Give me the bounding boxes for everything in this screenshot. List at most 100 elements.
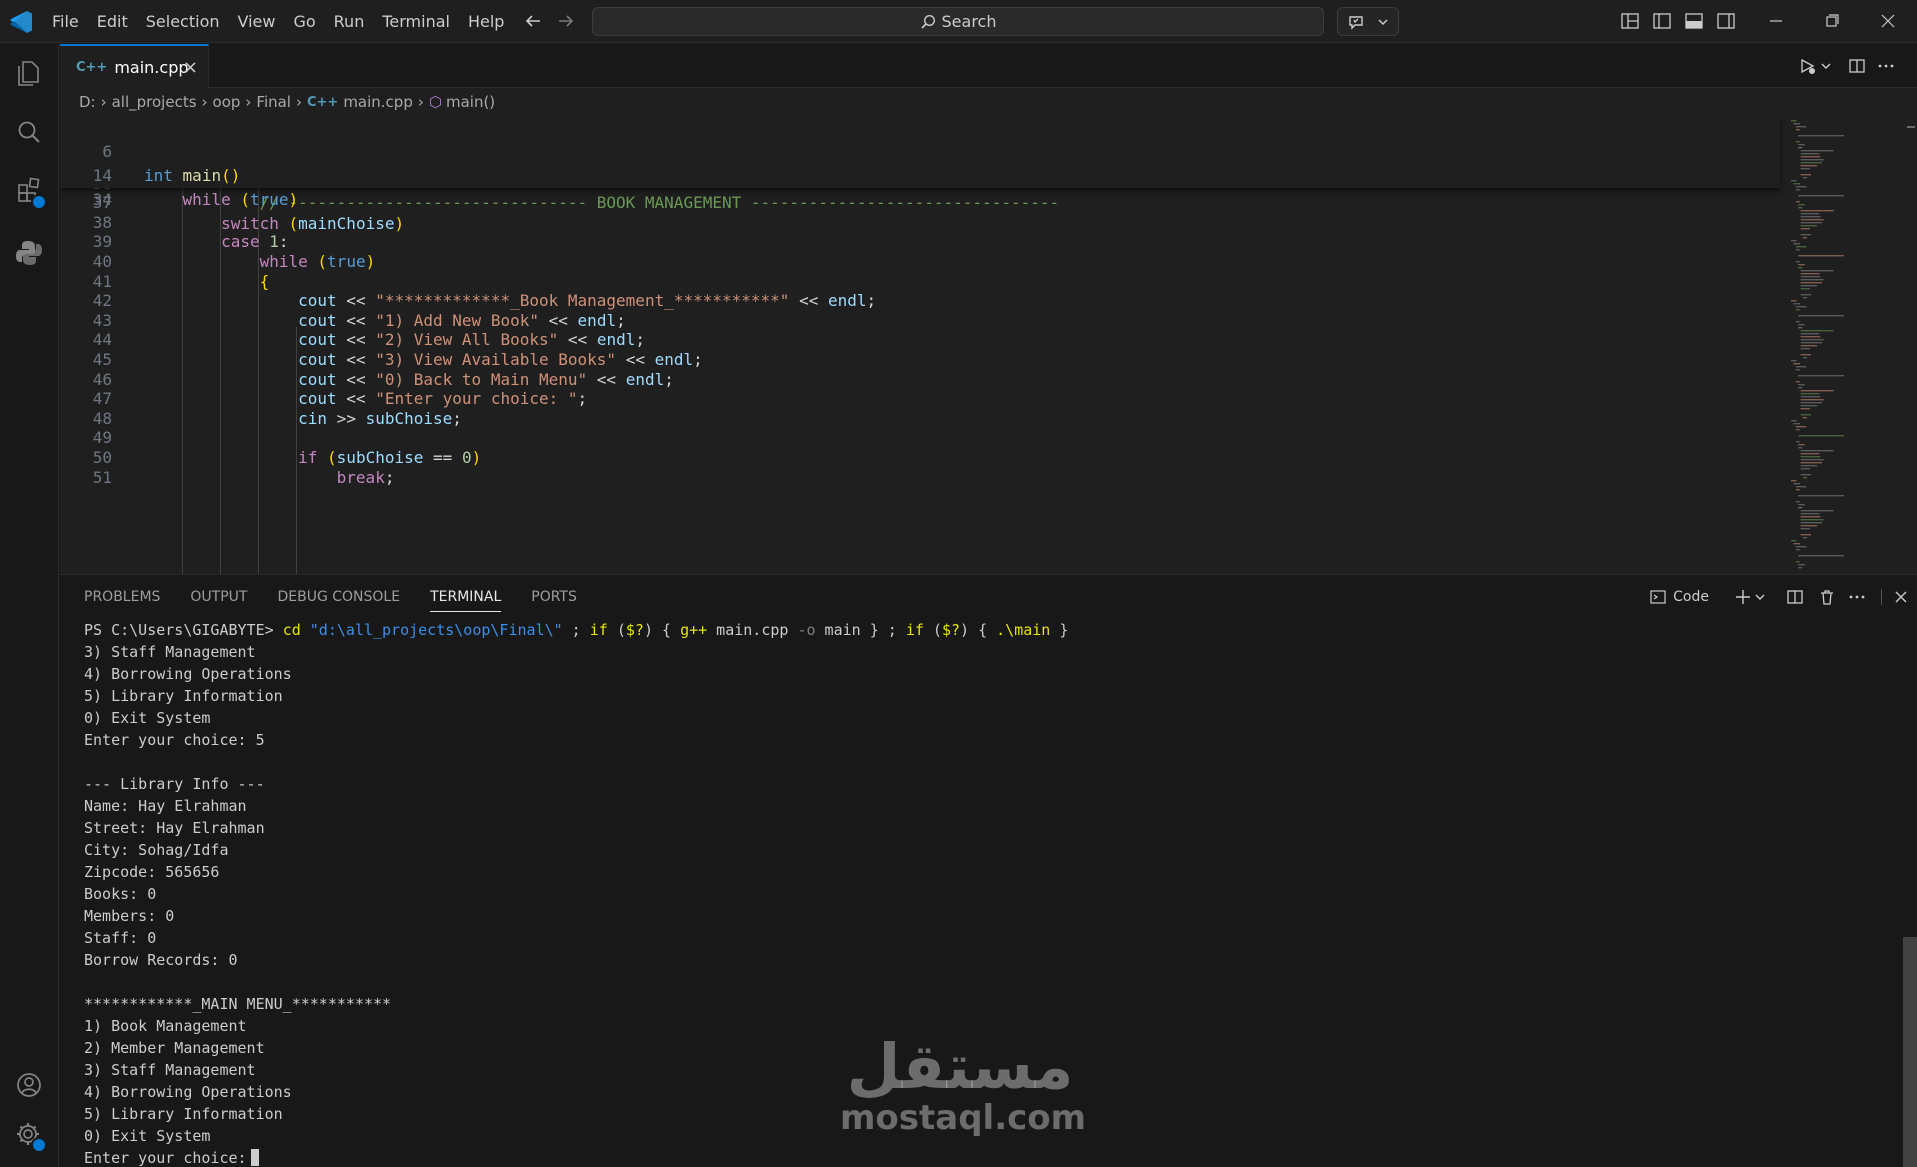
minimap-line	[1795, 249, 1800, 251]
minimap-line	[1798, 195, 1844, 197]
menu-selection[interactable]: Selection	[137, 7, 229, 37]
minimap-line	[1791, 540, 1797, 542]
minimap-line	[1800, 225, 1818, 227]
tab-output[interactable]: OUTPUT	[190, 575, 247, 619]
minimap-line	[1795, 549, 1800, 551]
minimap-line	[1795, 426, 1807, 428]
line-number: 47	[92, 389, 112, 409]
restore-icon[interactable]	[1818, 8, 1846, 34]
minimap-line	[1803, 297, 1807, 299]
split-editor-icon[interactable]	[1847, 56, 1867, 76]
terminal-profile[interactable]: Code	[1649, 587, 1709, 607]
breadcrumb-drive[interactable]: D:	[79, 93, 96, 111]
tab-problems[interactable]: PROBLEMS	[84, 575, 160, 619]
minimap-line	[1798, 264, 1805, 266]
editor-scrollbar[interactable]	[1905, 116, 1917, 574]
breadcrumb-symbol[interactable]: main()	[446, 93, 495, 111]
terminal-line: Staff: 0	[84, 929, 157, 947]
run-debug-icon[interactable]	[1798, 56, 1818, 76]
search-icon[interactable]	[12, 116, 46, 150]
menu-file[interactable]: File	[43, 7, 88, 37]
menu-go[interactable]: Go	[284, 7, 324, 37]
code-text: cout << "Enter your choice: ";	[298, 389, 588, 409]
minimap-line	[1800, 222, 1823, 224]
manage-button[interactable]	[0, 1117, 59, 1161]
toggle-primary-sidebar-icon[interactable]	[1652, 11, 1672, 31]
minimap-line	[1795, 429, 1800, 431]
menu-help[interactable]: Help	[459, 7, 513, 37]
tab-close-icon[interactable]: ×	[183, 57, 198, 78]
extensions-button[interactable]	[0, 174, 59, 218]
minimap-line	[1798, 504, 1805, 506]
sticky-scroll[interactable]: 6 int main() 14 while (true) 34 switch (…	[60, 116, 1780, 233]
terminal-line: 5) Library Information	[84, 687, 283, 705]
command-center-search[interactable]: Search	[592, 7, 1324, 36]
close-panel-icon[interactable]	[1891, 587, 1911, 607]
copilot-button[interactable]	[1337, 7, 1399, 36]
toggle-secondary-sidebar-icon[interactable]	[1716, 11, 1736, 31]
minimap-line	[1800, 288, 1810, 290]
line-number: 43	[92, 310, 112, 330]
terminal-scrollbar-thumb[interactable]	[1903, 937, 1917, 1167]
minimap-line	[1791, 300, 1797, 302]
new-terminal-plus-icon[interactable]	[1733, 587, 1753, 607]
minimap-line	[1791, 360, 1797, 362]
minimap-line	[1800, 339, 1824, 341]
minimap-line	[1798, 207, 1803, 209]
minimap-line	[1803, 537, 1807, 539]
more-actions-icon[interactable]	[1847, 587, 1867, 607]
minimap-line	[1800, 219, 1824, 221]
breadcrumb-folder[interactable]: all_projects	[112, 93, 197, 111]
minimap-line	[1800, 390, 1834, 392]
explorer-icon[interactable]	[12, 56, 46, 90]
menu-run[interactable]: Run	[325, 7, 374, 37]
line-number: 49	[92, 428, 112, 448]
breadcrumb-folder[interactable]: Final	[256, 93, 291, 111]
code-text: cout << "*************_Book Management_*…	[298, 291, 877, 311]
minimap-canvas	[1791, 120, 1844, 569]
minimap-line	[1800, 333, 1820, 335]
account-icon[interactable]	[12, 1068, 46, 1102]
minimap-line	[1791, 420, 1797, 422]
minimap-line	[1795, 246, 1807, 248]
watermark: مستقل mostaql.com	[840, 1035, 1086, 1138]
panel-tabs: PROBLEMS OUTPUT DEBUG CONSOLE TERMINAL P…	[84, 575, 607, 619]
minimap[interactable]	[1783, 116, 1917, 574]
close-window-icon[interactable]	[1874, 8, 1902, 34]
menu-edit[interactable]: Edit	[88, 7, 137, 37]
forward-arrow-icon[interactable]	[555, 10, 577, 32]
minimap-line	[1793, 423, 1800, 425]
terminal-icon	[1650, 590, 1666, 604]
code-line: 50 if (subChoise == 0)	[60, 448, 1780, 468]
minimap-line	[1795, 546, 1807, 548]
menu-terminal[interactable]: Terminal	[373, 7, 459, 37]
menu-view[interactable]: View	[229, 7, 285, 37]
tab-terminal[interactable]: TERMINAL	[430, 575, 502, 619]
back-arrow-icon[interactable]	[522, 10, 544, 32]
run-chevron-down-icon[interactable]	[1820, 56, 1832, 76]
minimap-line	[1795, 321, 1800, 323]
editor-tabs-bar: C++ main.cpp ×	[60, 44, 1917, 88]
chevron-down-icon[interactable]	[1753, 587, 1767, 607]
code-line: 44 cout << "2) View All Books" << endl;	[60, 330, 1780, 350]
minimap-line	[1798, 135, 1844, 137]
more-actions-icon[interactable]	[1876, 56, 1896, 76]
code-text: while (true)	[259, 252, 376, 271]
tab-main-cpp[interactable]: C++ main.cpp ×	[60, 44, 209, 88]
terminal-input-line[interactable]: Enter your choice:	[84, 1147, 1884, 1167]
breadcrumb-folder[interactable]: oop	[213, 93, 241, 111]
toggle-panel-icon[interactable]	[1684, 11, 1704, 31]
code-editor[interactable]: 6 int main() 14 while (true) 34 switch (…	[60, 116, 1917, 574]
minimap-line	[1803, 417, 1807, 419]
split-terminal-icon[interactable]	[1785, 587, 1805, 607]
minimap-line	[1800, 228, 1810, 230]
minimize-icon[interactable]	[1762, 8, 1790, 34]
trash-icon[interactable]	[1817, 587, 1837, 607]
minimap-line	[1800, 510, 1834, 512]
breadcrumb-file[interactable]: main.cpp	[343, 93, 413, 111]
python-icon[interactable]	[12, 236, 46, 270]
tab-ports[interactable]: PORTS	[531, 575, 577, 619]
cmd-token: ;	[562, 621, 590, 639]
customize-layout-icon[interactable]	[1620, 11, 1640, 31]
tab-debug-console[interactable]: DEBUG CONSOLE	[277, 575, 400, 619]
